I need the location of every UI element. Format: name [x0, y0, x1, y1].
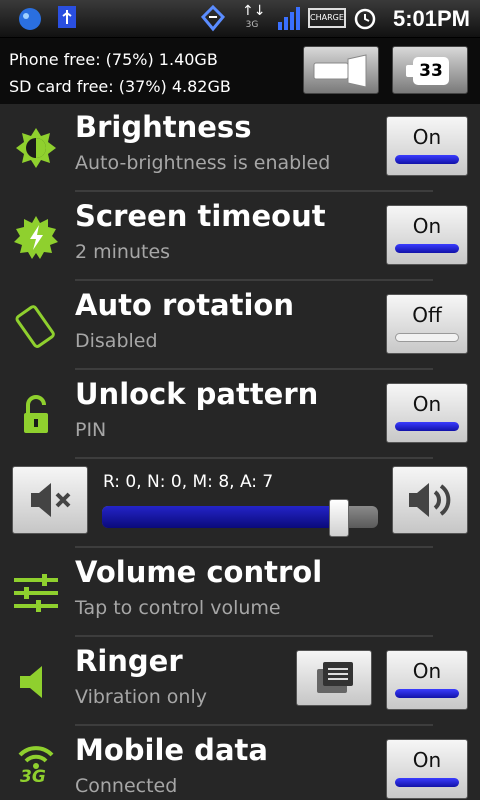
- mobile-data-subtitle: Connected: [75, 775, 178, 797]
- speaker-icon: [20, 666, 42, 698]
- storage-header: Phone free: (75%) 1.40GB SD card free: (…: [0, 38, 480, 104]
- phone-free-label: Phone free: (75%) 1.40GB: [9, 50, 218, 69]
- ringer-toggle-label: On: [412, 659, 442, 683]
- mute-button[interactable]: [12, 466, 88, 534]
- battery-level: 33: [413, 57, 449, 85]
- screen-timeout-subtitle: 2 minutes: [75, 241, 171, 263]
- mobile-data-row[interactable]: 3G Mobile data Connected On: [0, 727, 480, 800]
- flashlight-icon: [313, 54, 367, 88]
- mobile-data-toggle[interactable]: On: [386, 739, 468, 799]
- equalizer-icon: [14, 574, 58, 612]
- brightness-title: Brightness: [75, 110, 252, 144]
- unlock-icon: [24, 395, 48, 433]
- divider: [75, 279, 433, 281]
- mobile-data-network-label: 3G: [20, 767, 46, 787]
- unlock-pattern-toggle-label: On: [412, 392, 442, 416]
- sync-icon: [200, 4, 226, 32]
- divider: [75, 546, 433, 548]
- brightness-icon: [16, 128, 56, 168]
- flashlight-button[interactable]: [303, 46, 379, 94]
- charge-icon: CHARGE: [308, 8, 346, 28]
- volume-slider[interactable]: [102, 499, 378, 537]
- brightness-toggle[interactable]: On: [386, 116, 468, 176]
- brightness-toggle-label: On: [412, 125, 442, 149]
- screen-timeout-icon: [14, 216, 58, 259]
- divider: [75, 368, 433, 370]
- unlock-pattern-toggle[interactable]: On: [386, 383, 468, 443]
- volume-control-title: Volume control: [75, 555, 323, 589]
- alarm-icon: [354, 8, 376, 30]
- auto-rotation-title: Auto rotation: [75, 288, 295, 322]
- ringer-title: Ringer: [75, 644, 183, 678]
- app-icon: [19, 8, 41, 30]
- battery-button[interactable]: 33: [392, 46, 468, 94]
- rotation-icon: [15, 305, 55, 348]
- auto-rotation-toggle[interactable]: Off: [386, 294, 468, 354]
- status-bar: ↑↓ 3G CHARGE 5:01PM: [0, 0, 480, 38]
- ringer-subtitle: Vibration only: [75, 686, 207, 708]
- volume-slider-row: R: 0, N: 0, M: 8, A: 7: [0, 460, 480, 548]
- divider: [75, 635, 433, 637]
- mobile-data-toggle-label: On: [412, 748, 442, 772]
- mobile-data-title: Mobile data: [75, 733, 268, 767]
- ringer-toggle[interactable]: On: [386, 650, 468, 710]
- volume-slider-fill: [102, 506, 339, 528]
- mute-icon: [31, 483, 71, 517]
- auto-rotation-toggle-label: Off: [412, 303, 442, 327]
- screen-timeout-title: Screen timeout: [75, 199, 326, 233]
- ringer-row[interactable]: Ringer Vibration only On: [0, 638, 480, 726]
- ringer-mode-button[interactable]: [296, 650, 372, 706]
- network-type-label: 3G: [245, 20, 259, 30]
- data-arrows-icon: ↑↓ 3G: [242, 3, 266, 30]
- volume-up-button[interactable]: [392, 466, 468, 534]
- mobile-data-toggle-indicator: [395, 778, 459, 787]
- screen-timeout-row[interactable]: Screen timeout 2 minutes On: [0, 193, 480, 281]
- unlock-pattern-subtitle: PIN: [75, 419, 107, 441]
- message-icon: [317, 662, 353, 693]
- screen-timeout-toggle[interactable]: On: [386, 205, 468, 265]
- divider: [75, 190, 433, 192]
- volume-control-subtitle: Tap to control volume: [75, 597, 281, 619]
- screen-timeout-toggle-label: On: [412, 214, 442, 238]
- unlock-pattern-toggle-indicator: [395, 422, 459, 431]
- sd-free-label: SD card free: (37%) 4.82GB: [9, 77, 231, 96]
- volume-levels-label: R: 0, N: 0, M: 8, A: 7: [103, 472, 274, 492]
- screen-timeout-toggle-indicator: [395, 244, 459, 253]
- auto-rotation-toggle-indicator: [395, 333, 459, 342]
- brightness-subtitle: Auto-brightness is enabled: [75, 152, 331, 174]
- unlock-pattern-title: Unlock pattern: [75, 377, 319, 411]
- volume-slider-thumb[interactable]: [329, 499, 349, 537]
- unlock-pattern-row[interactable]: Unlock pattern PIN On: [0, 371, 480, 459]
- divider: [75, 724, 433, 726]
- status-time: 5:01PM: [392, 6, 470, 31]
- usb-icon: [58, 6, 76, 28]
- signal-icon: [278, 7, 300, 30]
- brightness-row[interactable]: Brightness Auto-brightness is enabled On: [0, 104, 480, 192]
- auto-rotation-row[interactable]: Auto rotation Disabled Off: [0, 282, 480, 370]
- ringer-toggle-indicator: [395, 689, 459, 698]
- volume-control-row[interactable]: Volume control Tap to control volume: [0, 549, 480, 637]
- speaker-icon: [409, 483, 451, 517]
- brightness-toggle-indicator: [395, 155, 459, 164]
- divider: [75, 457, 433, 459]
- auto-rotation-subtitle: Disabled: [75, 330, 158, 352]
